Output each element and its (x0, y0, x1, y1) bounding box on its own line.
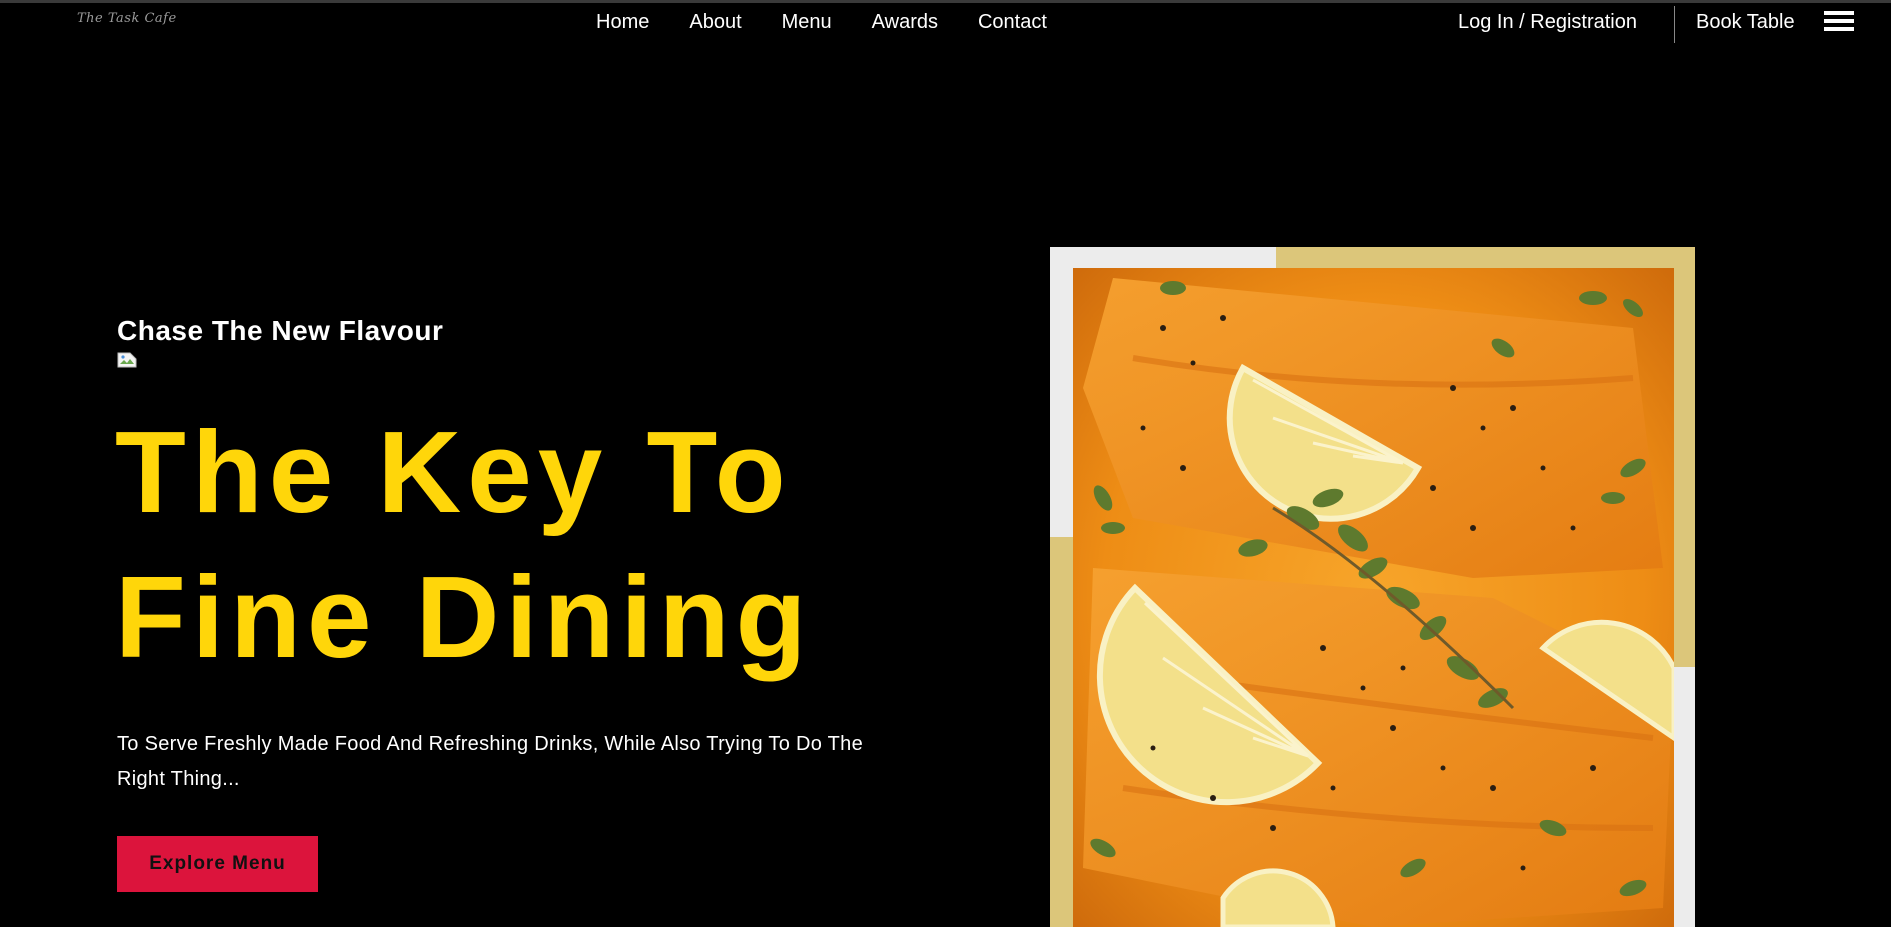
nav-link-awards[interactable]: Awards (872, 11, 938, 34)
nav-divider (1674, 6, 1675, 43)
broken-image-icon (117, 352, 137, 368)
nav-link-home[interactable]: Home (596, 11, 649, 34)
site-logo[interactable]: The Task Cafe (77, 11, 177, 26)
nav-link-about[interactable]: About (689, 11, 741, 34)
hero-eyebrow: Chase The New Flavour (117, 315, 444, 346)
login-registration-link[interactable]: Log In / Registration (1458, 11, 1637, 34)
book-table-link[interactable]: Book Table (1696, 11, 1795, 34)
headline-line-1: The Key To (115, 407, 792, 537)
hero-headline: The Key To Fine Dining (115, 400, 813, 690)
hero-description: To Serve Freshly Made Food And Refreshin… (117, 733, 864, 790)
explore-menu-button[interactable]: Explore Menu (117, 836, 318, 892)
nav-link-contact[interactable]: Contact (978, 11, 1047, 34)
nav-link-menu[interactable]: Menu (782, 11, 832, 34)
headline-line-2: Fine Dining (115, 552, 813, 682)
salmon-dish-photo (1073, 268, 1674, 927)
navbar: The Task Cafe Home About Menu Awards Con… (0, 3, 1891, 43)
hamburger-icon[interactable] (1824, 9, 1854, 33)
hero-image-frame (1050, 247, 1695, 927)
main-nav: Home About Menu Awards Contact (596, 11, 1087, 34)
